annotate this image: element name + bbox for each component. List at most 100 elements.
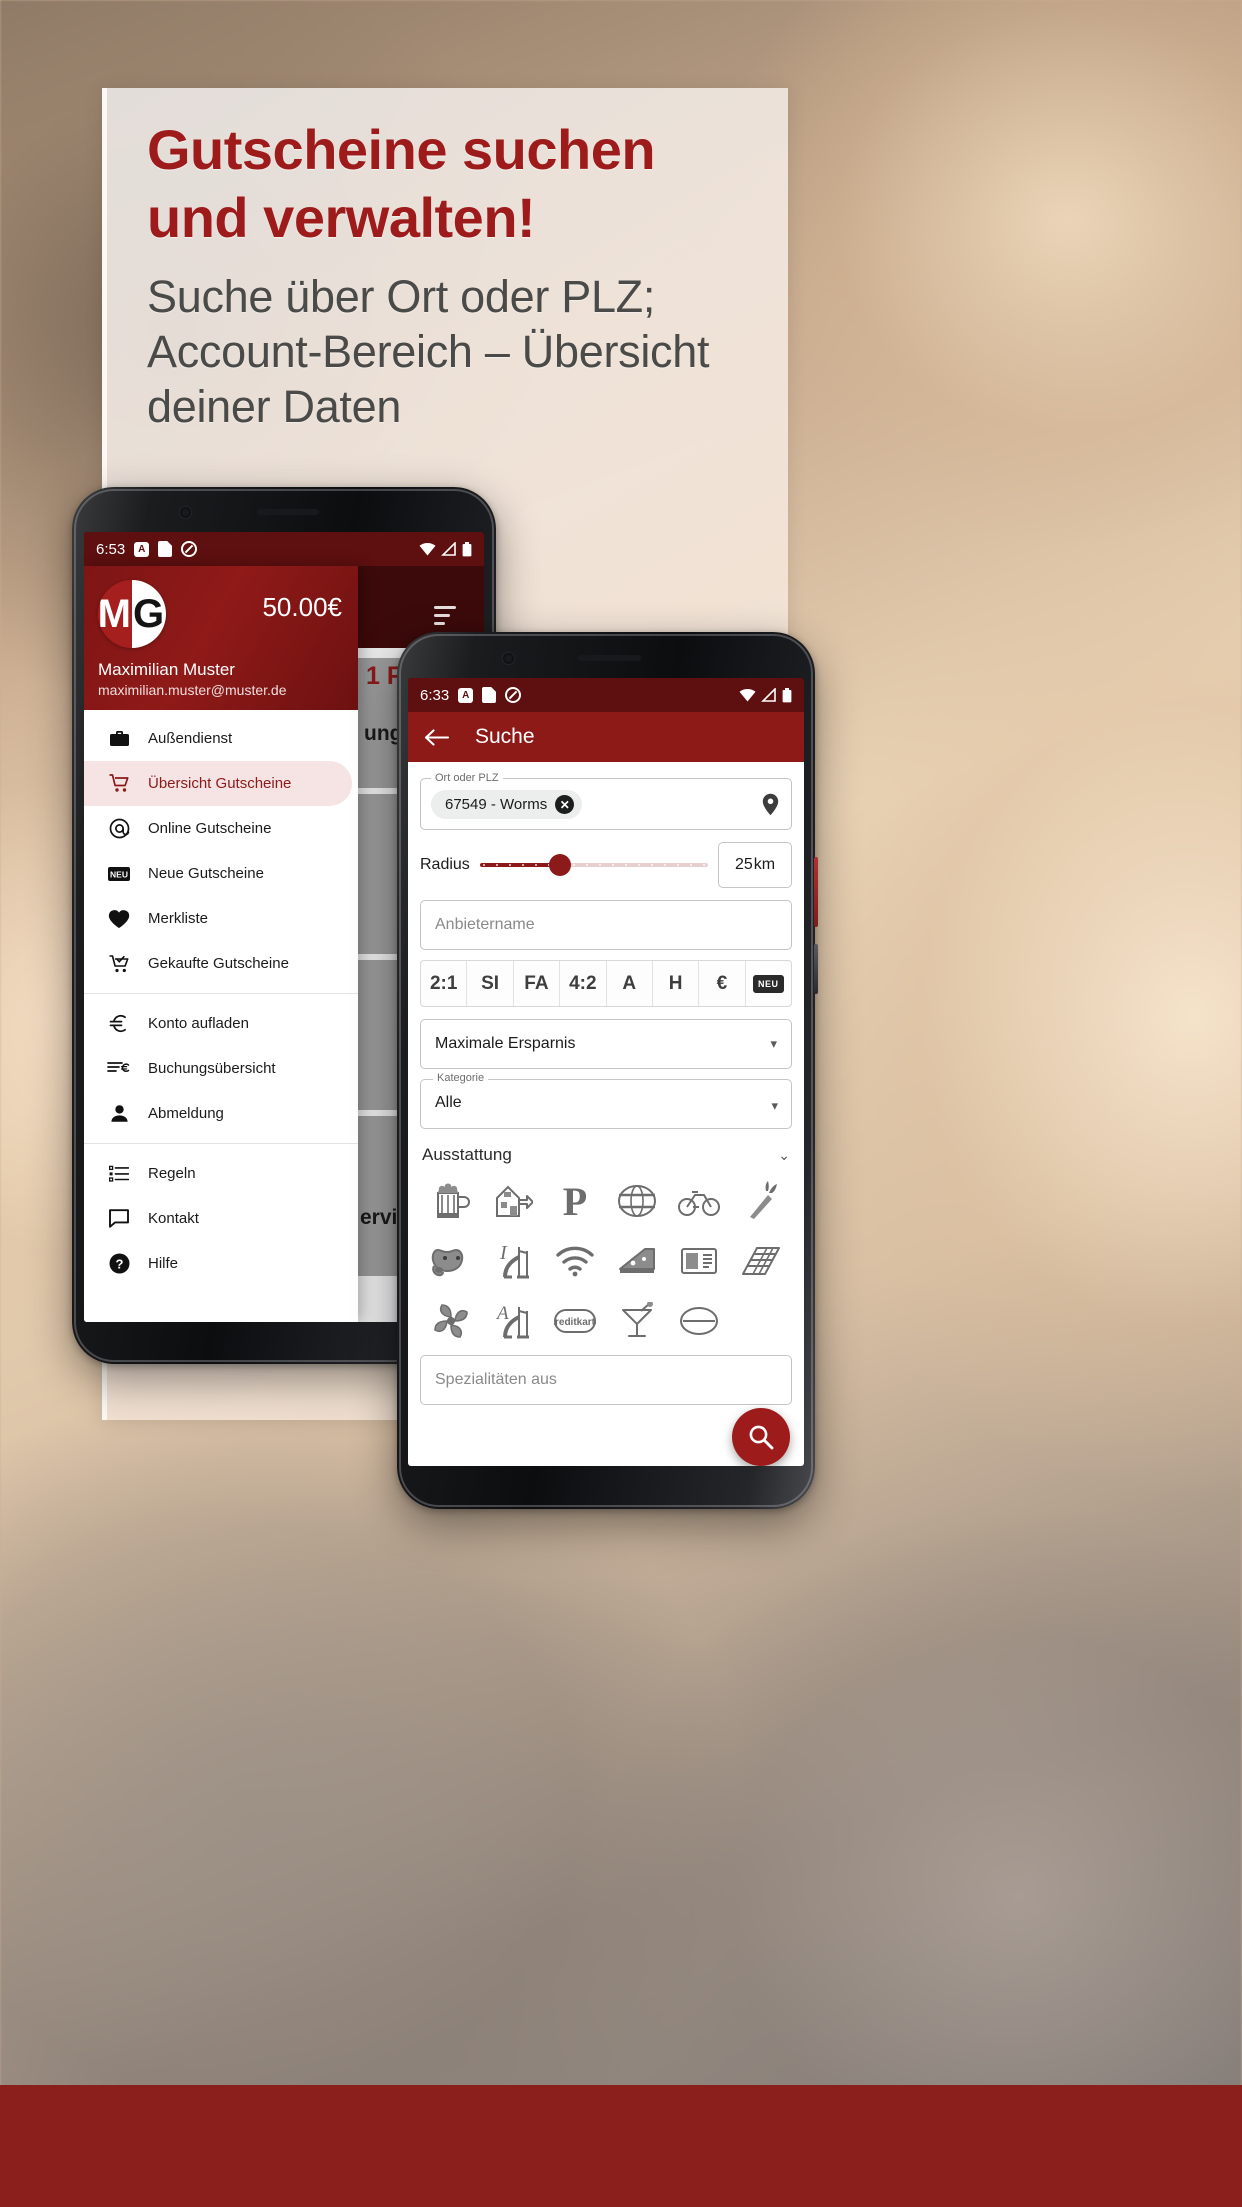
euro-icon[interactable]: € — [699, 961, 746, 1006]
bicycle-icon[interactable] — [668, 1175, 730, 1227]
category-label: Kategorie — [433, 1072, 489, 1084]
amenities-title: Ausstattung — [422, 1145, 512, 1164]
front-camera-icon — [503, 653, 514, 664]
dog-icon[interactable] — [420, 1235, 482, 1287]
sidebar-item-uebersicht-gutscheine[interactable]: Übersicht Gutscheine — [84, 761, 352, 806]
status-time: 6:33 — [420, 686, 450, 704]
sidebar-item-merkliste[interactable]: Merkliste — [84, 896, 358, 941]
do-not-disturb-icon — [181, 541, 198, 557]
sidebar-item-label: Gekaufte Gutscheine — [148, 955, 289, 972]
fan-icon[interactable] — [420, 1295, 482, 1347]
sidebar-item-label: Konto aufladen — [148, 1015, 249, 1032]
location-chip-row: 67549 - Worms ✕ — [421, 784, 791, 829]
shopping-cart-icon — [106, 774, 132, 793]
location-field-label: Ort oder PLZ — [435, 772, 499, 784]
carrot-icon[interactable] — [730, 1175, 792, 1227]
radius-unit: km — [753, 856, 776, 873]
beer-mug-icon[interactable] — [420, 1175, 482, 1227]
filter-label: € — [716, 972, 728, 994]
four-for-two-icon[interactable]: 4:2 — [560, 961, 607, 1006]
svg-text:NEU: NEU — [110, 869, 128, 879]
cocktail-icon[interactable] — [606, 1295, 668, 1347]
volume-button[interactable] — [814, 944, 818, 994]
beer-garden-icon[interactable] — [482, 1175, 544, 1227]
category-select[interactable]: Kategorie Alle ▾ — [420, 1072, 792, 1129]
terrace-icon[interactable] — [730, 1235, 792, 1287]
svg-text:P: P — [563, 1181, 587, 1221]
playground-icon[interactable]: I — [482, 1235, 544, 1287]
help-circle-icon: ? — [106, 1253, 132, 1274]
letter-a-badge-icon: A — [134, 541, 150, 557]
wifi-icon[interactable] — [544, 1235, 606, 1287]
max-savings-select[interactable]: Maximale Ersparnis ▾ — [420, 1019, 792, 1069]
fa-icon[interactable]: FA — [514, 961, 561, 1006]
barrel-icon[interactable] — [606, 1175, 668, 1227]
power-button[interactable] — [814, 857, 818, 927]
page-title: Gutscheine suchen und verwalten! — [147, 116, 747, 253]
a-icon[interactable]: A — [607, 961, 653, 1006]
vending-icon[interactable] — [668, 1235, 730, 1287]
location-field[interactable]: Ort oder PLZ 67549 - Worms ✕ — [420, 772, 792, 830]
slider-thumb[interactable] — [548, 854, 571, 876]
svg-text:kreditkarte: kreditkarte — [554, 1317, 596, 1328]
specialities-input[interactable]: Spezialitäten aus — [420, 1355, 792, 1405]
do-not-disturb-icon — [505, 687, 522, 703]
clear-icon[interactable]: ✕ — [555, 795, 575, 814]
max-savings-value: Maximale Ersparnis — [435, 1035, 576, 1052]
search-fab-button[interactable] — [732, 1408, 790, 1466]
back-arrow-icon[interactable] — [424, 728, 449, 747]
plate-icon[interactable] — [668, 1295, 730, 1347]
provider-name-input[interactable]: Anbietername — [420, 900, 792, 950]
wifi-icon — [739, 689, 756, 702]
sim-card-icon — [158, 541, 173, 557]
sidebar-item-aussendienst[interactable]: Außendienst — [84, 716, 358, 761]
sidebar-item-hilfe[interactable]: ? Hilfe — [84, 1241, 358, 1286]
navigation-drawer: M G 50.00€ Maximilian Muster maximilian.… — [84, 566, 358, 1322]
at-sign-icon — [106, 818, 132, 839]
location-pin-icon[interactable] — [762, 793, 779, 821]
front-camera-icon — [180, 507, 191, 518]
sidebar-item-abmeldung[interactable]: Abmeldung — [84, 1091, 358, 1136]
sidebar-item-neue-gutscheine[interactable]: NEU Neue Gutscheine — [84, 851, 358, 896]
status-time: 6:53 — [96, 540, 126, 558]
location-chip[interactable]: 67549 - Worms ✕ — [431, 790, 583, 819]
sidebar-item-gekaufte-gutscheine[interactable]: Gekaufte Gutscheine — [84, 941, 358, 986]
radius-value-box[interactable]: 25 km — [718, 842, 792, 888]
category-value: Alle — [435, 1094, 462, 1111]
person-icon — [106, 1104, 132, 1123]
sidebar-item-kontakt[interactable]: Kontakt — [84, 1196, 358, 1241]
hero-subtitle-line2: Account-Bereich – Übersicht — [147, 325, 710, 377]
sidebar-item-label: Außendienst — [148, 730, 233, 747]
hero-title-line2: und verwalten! — [147, 186, 536, 250]
sidebar-item-konto-aufladen[interactable]: Konto aufladen — [84, 1001, 358, 1046]
sidebar-item-regeln[interactable]: Regeln — [84, 1151, 358, 1196]
filter-label: H — [668, 972, 683, 994]
sidebar-item-label: Hilfe — [148, 1255, 179, 1272]
neu-badge-icon[interactable]: NEU — [746, 961, 791, 1006]
earpiece-speaker — [577, 655, 641, 661]
radius-label: Radius — [420, 856, 470, 873]
avatar[interactable]: M G — [98, 580, 166, 648]
playground-a-icon[interactable]: A — [482, 1295, 544, 1347]
amenities-section-header[interactable]: Ausstattung ⌄ — [420, 1141, 792, 1175]
rules-list-icon — [106, 1165, 132, 1183]
parking-icon[interactable]: P — [544, 1175, 606, 1227]
list-euro-icon — [106, 1059, 132, 1078]
sidebar-item-online-gutscheine[interactable]: Online Gutscheine — [84, 806, 358, 851]
menu-hamburger-icon[interactable] — [434, 606, 456, 630]
radius-row: Radius 25 km — [420, 842, 792, 888]
radius-slider[interactable] — [479, 852, 708, 878]
sidebar-item-label: Kontakt — [148, 1210, 199, 1227]
chevron-down-icon[interactable]: ⌄ — [778, 1147, 790, 1164]
drawer-header: M G 50.00€ Maximilian Muster maximilian.… — [84, 566, 358, 710]
sidebar-item-buchungsuebersicht[interactable]: Buchungsübersicht — [84, 1046, 358, 1091]
logo-letter-g: G — [132, 580, 166, 648]
bottom-red-bar — [0, 2085, 1242, 2207]
si-icon[interactable]: SI — [467, 961, 514, 1006]
filter-label: NEU — [753, 974, 784, 993]
credit-card-icon[interactable]: kreditkarte — [544, 1295, 606, 1347]
svg-text:A: A — [495, 1303, 509, 1324]
two-for-one-icon[interactable]: 2:1 — [421, 961, 468, 1006]
cheese-icon[interactable] — [606, 1235, 668, 1287]
h-icon[interactable]: H — [653, 961, 700, 1006]
